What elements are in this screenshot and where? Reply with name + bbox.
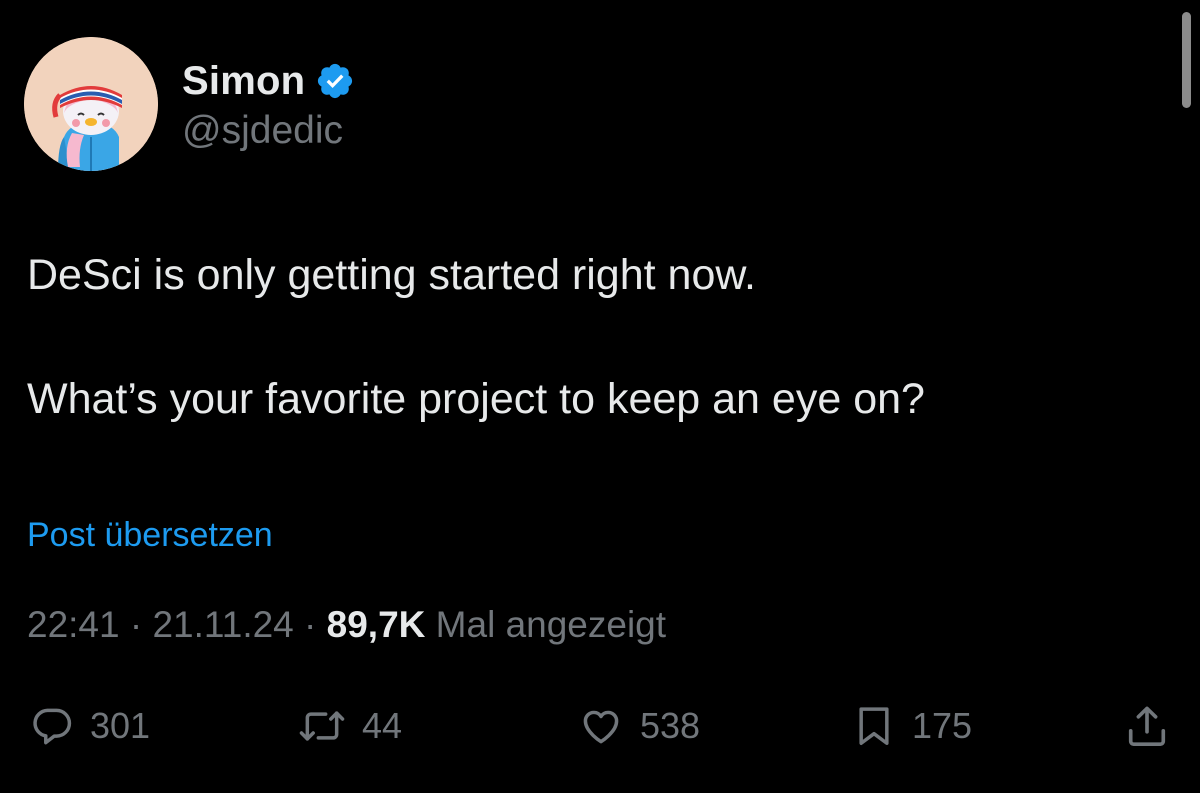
author-handle[interactable]: @sjdedic bbox=[182, 109, 355, 153]
tweet-paragraph: What’s your favorite project to keep an … bbox=[27, 375, 925, 423]
bookmark-count: 175 bbox=[912, 705, 973, 746]
reply-button[interactable]: 301 bbox=[30, 694, 150, 758]
verified-badge-icon[interactable] bbox=[315, 61, 355, 101]
reply-count: 301 bbox=[90, 705, 151, 746]
action-bar: 301 44 538 175 bbox=[0, 694, 1200, 758]
meta-separator: · bbox=[304, 604, 317, 645]
views-count[interactable]: 89,7K bbox=[327, 604, 426, 645]
tweet-paragraph: DeSci is only getting started right now. bbox=[27, 251, 756, 299]
tweet-date[interactable]: 21.11.24 bbox=[152, 604, 293, 645]
scrollbar[interactable] bbox=[1182, 12, 1191, 108]
repost-count: 44 bbox=[362, 705, 403, 746]
display-name[interactable]: Simon bbox=[182, 59, 305, 104]
share-button[interactable] bbox=[1124, 694, 1170, 758]
like-button[interactable]: 538 bbox=[578, 694, 700, 758]
repost-icon bbox=[299, 711, 345, 741]
author-identity: Simon @sjdedic bbox=[182, 55, 355, 153]
bookmark-icon bbox=[859, 707, 889, 745]
meta-separator: · bbox=[129, 604, 143, 645]
like-count: 538 bbox=[640, 705, 701, 746]
tweet-text: DeSci is only getting started right now.… bbox=[27, 246, 1147, 428]
tweet-header: Simon @sjdedic bbox=[24, 37, 355, 171]
name-row: Simon bbox=[182, 55, 355, 107]
bookmark-button[interactable]: 175 bbox=[852, 694, 972, 758]
tweet-meta: 22:41 · 21.11.24 · 89,7K Mal angezeigt bbox=[27, 604, 666, 646]
repost-button[interactable]: 44 bbox=[298, 694, 402, 758]
translate-post-link[interactable]: Post übersetzen bbox=[27, 516, 273, 555]
share-icon bbox=[1128, 706, 1166, 747]
tweet-time[interactable]: 22:41 bbox=[27, 604, 120, 645]
avatar[interactable] bbox=[24, 37, 158, 171]
reply-icon bbox=[33, 708, 72, 745]
penguin-avatar-icon bbox=[24, 37, 158, 171]
views-label: Mal angezeigt bbox=[435, 604, 667, 645]
heart-icon bbox=[583, 710, 619, 744]
